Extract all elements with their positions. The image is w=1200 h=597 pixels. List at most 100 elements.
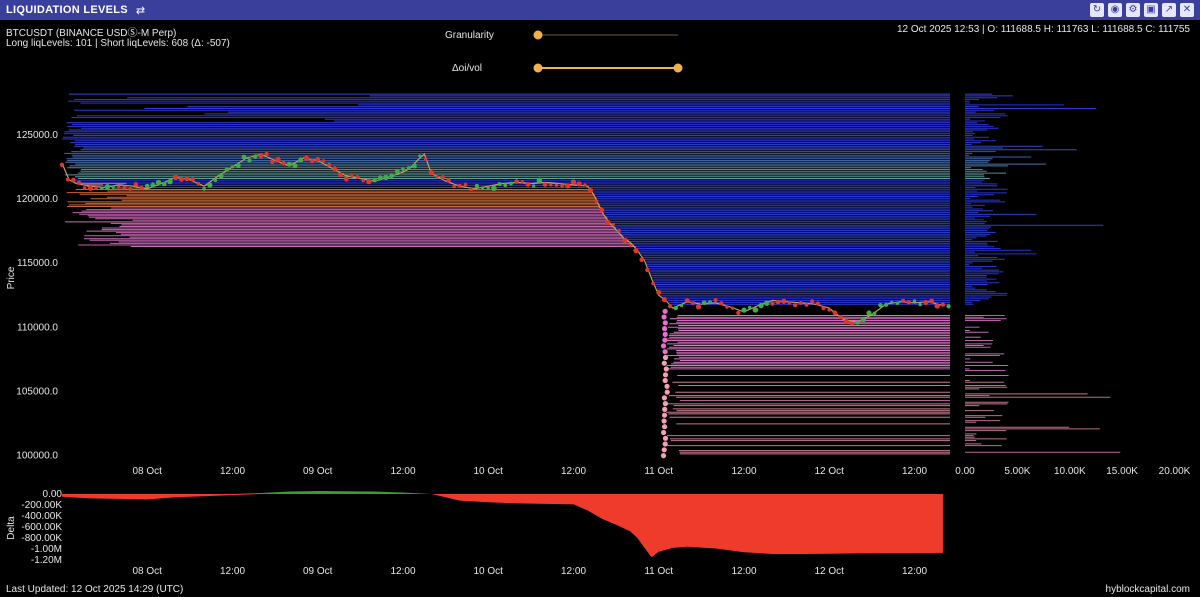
price-candle-dot [372, 177, 377, 183]
delta-time-tick-label: 09 Oct [303, 566, 333, 577]
price-candle-dot [633, 247, 639, 254]
delta-time-tick-label: 10 Oct [473, 566, 503, 577]
price-candle-dot [934, 303, 940, 309]
price-candle-dot [611, 222, 615, 227]
price-candle-dot [901, 298, 906, 303]
delta-tick-label: -800.00K [21, 533, 62, 544]
price-candle-dot [878, 303, 883, 308]
price-candle-dot [763, 300, 770, 306]
crash-liquidation-dot [662, 406, 668, 412]
price-candle-dot [599, 207, 605, 213]
price-candle-dot [401, 167, 405, 171]
price-candle-dot [758, 302, 764, 309]
price-candle-dot [860, 317, 866, 323]
price-candle-dot [275, 157, 281, 163]
price-candle-dot [207, 182, 213, 188]
liquidation-chart[interactable]: 125000.0 120000.0 115000.0 110000.0 105000.0… [0, 0, 1200, 597]
price-axis-label: Price [6, 266, 17, 289]
price-candle-dot [241, 154, 247, 160]
price-candle-dot [622, 238, 628, 244]
price-candle-dot [730, 306, 735, 310]
crash-liquidation-dot [662, 349, 668, 355]
delta-time-tick-label: 12:00 [902, 566, 927, 577]
delta-tick-label: -400.00K [21, 511, 62, 522]
time-tick-label: 12:00 [902, 466, 927, 477]
delta-time-tick-label: 12:00 [390, 566, 415, 577]
crash-liquidation-dot [661, 360, 667, 366]
price-candle-dot [656, 290, 662, 295]
delta-area [62, 491, 943, 558]
delta-tick-label: 0.00 [43, 489, 63, 500]
price-candle-dot [815, 301, 820, 306]
price-candle-dot [350, 173, 354, 178]
price-candle-dot [923, 299, 929, 306]
crash-liquidation-dot [662, 377, 668, 384]
delta-tick-label: -600.00K [21, 522, 62, 533]
price-candle-dot [327, 162, 332, 167]
price-candle-dot [565, 183, 571, 189]
price-candle-dot [100, 186, 104, 191]
price-candle-dot [303, 155, 310, 161]
price-candle-dot [912, 299, 917, 303]
price-tick-label: 125000.0 [16, 130, 58, 141]
price-candle-dot [713, 297, 718, 303]
price-candle-dot [866, 310, 872, 316]
price-candle-dot [213, 178, 218, 183]
price-candle-dot [178, 176, 184, 182]
price-candle-dot [645, 267, 650, 273]
price-candle-dot [855, 320, 860, 325]
price-tick-label: 115000.0 [17, 258, 58, 269]
price-candle-dot [389, 173, 394, 179]
brand-link[interactable]: hyblockcapital.com [1106, 584, 1190, 595]
price-candle-dot [775, 299, 781, 305]
price-candle-dot [474, 183, 480, 189]
price-candle-dot [832, 310, 838, 316]
histogram-tick-label: 5.00K [1004, 466, 1030, 477]
price-candle-dot [725, 305, 729, 309]
price-candle-dot [161, 181, 167, 187]
delta-time-tick-label: 12:00 [220, 566, 245, 577]
price-candle-dot [810, 299, 815, 304]
histogram-tick-label: 10.00K [1054, 466, 1086, 477]
price-candle-dot [906, 300, 912, 305]
price-candle-dot [480, 186, 485, 190]
price-candle-dot [673, 305, 678, 311]
price-candle-dot [719, 301, 724, 306]
price-candle-dot [520, 180, 525, 184]
price-candle-dot [332, 166, 338, 172]
price-candle-dot [122, 185, 127, 190]
price-candle-dot [679, 303, 684, 308]
price-tick-label: 100000.0 [16, 451, 58, 462]
price-candle-dot [849, 321, 855, 326]
price-candle-dot [741, 307, 747, 313]
price-candle-dot [230, 165, 235, 169]
price-candle-dot [690, 301, 695, 306]
price-candle-dot [457, 183, 462, 188]
price-candle-dot [514, 179, 520, 184]
time-tick-label: 12:00 [731, 466, 756, 477]
price-candle-dot [128, 186, 133, 191]
price-candle-dot [424, 157, 428, 161]
price-candle-dot [651, 281, 655, 286]
delta-time-tick-label: 08 Oct [132, 566, 162, 577]
crash-liquidation-dot [662, 331, 668, 337]
price-candle-dot [361, 179, 365, 183]
price-candle-dot [286, 161, 292, 167]
delta-negative-area [62, 494, 943, 558]
crash-liquidation-dot [662, 435, 669, 441]
price-candle-dot [343, 176, 349, 182]
crash-liquidation-dot [661, 418, 667, 424]
price-candle-dot [406, 166, 411, 171]
price-candle-dot [366, 178, 372, 185]
price-candle-dot [247, 158, 252, 163]
price-candle-dot [469, 187, 473, 192]
price-candle-dot [411, 163, 417, 169]
price-candle-dot [497, 181, 502, 187]
delta-tick-label: -1.20M [31, 555, 62, 566]
histogram-tick-label: 15.00K [1106, 466, 1138, 477]
crash-liquidation-dot [661, 314, 667, 320]
price-candle-dot [536, 177, 543, 184]
price-candle-dot [321, 159, 326, 163]
price-candle-dot [838, 314, 843, 320]
price-candle-dot [560, 184, 564, 188]
